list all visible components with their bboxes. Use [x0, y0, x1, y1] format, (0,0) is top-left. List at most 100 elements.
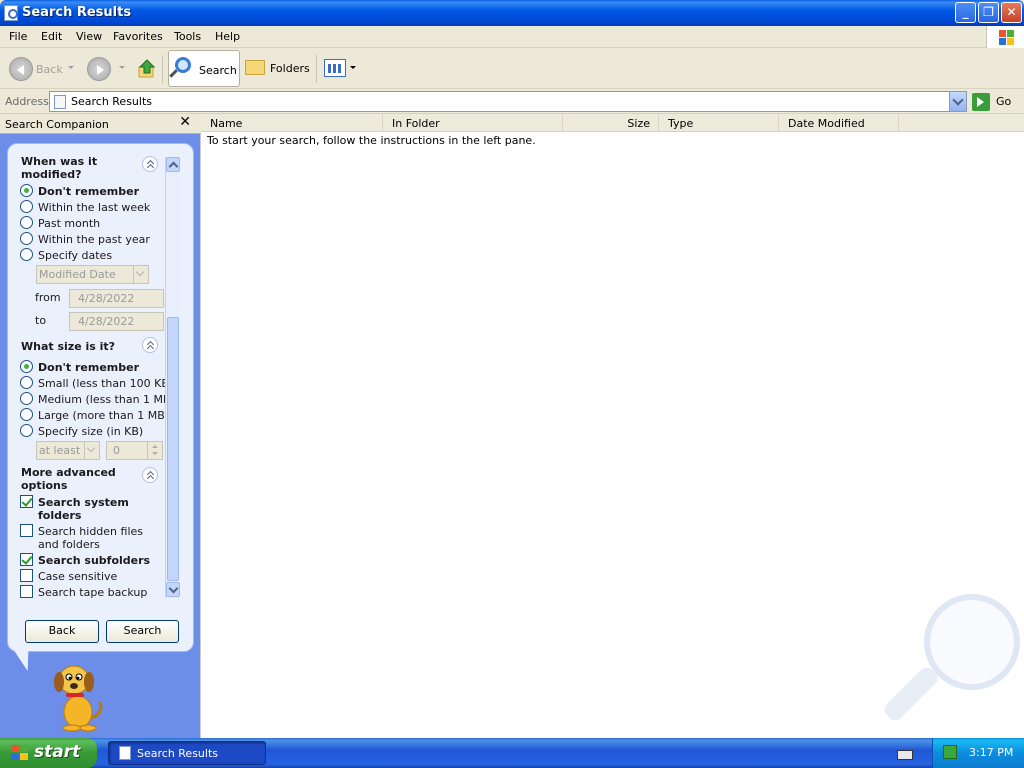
menu-view[interactable]: View [76, 30, 102, 43]
views-dropdown-icon[interactable] [350, 66, 356, 69]
modified-option-last-week-radio[interactable] [20, 200, 33, 213]
size-option-label[interactable]: Specify size (in KB) [38, 425, 143, 438]
go-arrow-icon[interactable] [972, 93, 990, 111]
search-icon [175, 57, 191, 73]
restore-button[interactable]: ❐ [978, 2, 999, 23]
search-hidden-files-checkbox[interactable] [20, 524, 33, 537]
forward-arrow-icon[interactable] [87, 57, 111, 81]
from-date-field[interactable]: 4/28/2022 [69, 289, 164, 308]
size-option-large-radio[interactable] [20, 408, 33, 421]
chevron-down-icon [84, 442, 99, 459]
back-button-label[interactable]: Back [36, 63, 63, 76]
modified-option-specify-dates-radio[interactable] [20, 248, 33, 261]
results-pane: Name In Folder Size Type Date Modified T… [201, 114, 1024, 738]
modified-option-past-month-radio[interactable] [20, 216, 33, 229]
modified-option-label[interactable]: Specify dates [38, 249, 112, 262]
advanced-option-label[interactable]: Search subfolders [38, 554, 150, 567]
advanced-option-label[interactable]: Search hidden files and folders [38, 525, 158, 551]
size-amount-value: 0 [113, 444, 120, 457]
menu-favorites[interactable]: Favorites [113, 30, 163, 43]
advanced-section-title: More advanced options [21, 466, 116, 492]
back-dropdown-icon[interactable] [68, 66, 74, 69]
forward-dropdown-icon[interactable] [119, 66, 125, 69]
network-icon[interactable] [943, 745, 957, 759]
modified-option-past-year-radio[interactable] [20, 232, 33, 245]
column-header-type[interactable]: Type [659, 114, 779, 132]
column-header-size[interactable]: Size [563, 114, 659, 132]
search-dog-icon[interactable] [50, 662, 110, 732]
size-option-specify-radio[interactable] [20, 424, 33, 437]
search-system-folders-checkbox[interactable] [20, 495, 33, 508]
column-header-name[interactable]: Name [201, 114, 383, 132]
close-button[interactable]: ✕ [1001, 2, 1022, 23]
modified-option-label[interactable]: Past month [38, 217, 100, 230]
date-type-value: Modified Date [39, 268, 116, 281]
column-header-date-modified[interactable]: Date Modified [779, 114, 899, 132]
size-option-label[interactable]: Medium (less than 1 MB) [38, 393, 175, 406]
date-type-select[interactable]: Modified Date [36, 265, 149, 284]
close-pane-icon[interactable]: ✕ [179, 114, 191, 130]
back-arrow-icon[interactable] [9, 57, 33, 81]
search-results-icon [54, 95, 66, 109]
search-submit-button[interactable]: Search [106, 620, 179, 643]
start-label: start [34, 742, 81, 762]
advanced-option-label[interactable]: Case sensitive [38, 570, 117, 583]
menu-edit[interactable]: Edit [41, 30, 62, 43]
collapse-modified-icon[interactable] [142, 156, 158, 172]
search-button-label: Search [199, 64, 237, 77]
search-tape-backup-checkbox[interactable] [20, 585, 33, 598]
size-option-label[interactable]: Don't remember [38, 361, 139, 374]
menu-tools[interactable]: Tools [174, 30, 201, 43]
taskbar-item-search-results[interactable]: Search Results [108, 741, 266, 765]
title-bar[interactable]: Search Results _ ❐ ✕ [0, 0, 1024, 26]
modified-option-label[interactable]: Don't remember [38, 185, 139, 198]
case-sensitive-checkbox[interactable] [20, 569, 33, 582]
to-date-field[interactable]: 4/28/2022 [69, 312, 164, 331]
address-label: Address [5, 95, 49, 108]
search-button[interactable]: Search [168, 50, 240, 87]
modified-option-dont-remember-radio[interactable] [20, 184, 33, 197]
collapse-size-icon[interactable] [142, 337, 158, 353]
size-option-medium-radio[interactable] [20, 392, 33, 405]
modified-option-label[interactable]: Within the past year [38, 233, 150, 246]
menu-file[interactable]: File [9, 30, 27, 43]
size-option-label[interactable]: Large (more than 1 MB) [38, 409, 169, 422]
system-tray: 3:17 PM [932, 738, 1024, 768]
windows-flag-icon [11, 745, 29, 761]
menu-help[interactable]: Help [215, 30, 240, 43]
scroll-thumb[interactable] [167, 317, 179, 581]
advanced-option-label[interactable]: Search system folders [38, 496, 138, 522]
folders-button-label[interactable]: Folders [270, 62, 310, 75]
options-scrollbar[interactable] [165, 157, 180, 598]
minimize-button[interactable]: _ [955, 2, 976, 23]
go-button-label[interactable]: Go [996, 95, 1011, 108]
toolbar-separator [162, 55, 163, 83]
size-qualifier-value: at least [39, 444, 81, 457]
folders-icon[interactable] [245, 60, 265, 75]
column-header-in-folder[interactable]: In Folder [383, 114, 563, 132]
collapse-advanced-icon[interactable] [142, 467, 158, 483]
scroll-down-icon[interactable] [166, 582, 180, 597]
address-bar: Address Search Results Go [0, 90, 1024, 114]
keyboard-icon[interactable] [897, 750, 913, 760]
address-dropdown-icon[interactable] [949, 92, 966, 111]
spin-arrows-icon[interactable] [147, 442, 162, 459]
size-qualifier-select[interactable]: at least [36, 441, 100, 460]
start-button[interactable]: start [0, 738, 97, 768]
clock[interactable]: 3:17 PM [969, 746, 1013, 759]
size-option-small-radio[interactable] [20, 376, 33, 389]
search-companion-title: Search Companion [5, 118, 109, 131]
back-button[interactable]: Back [25, 620, 99, 643]
views-icon[interactable] [324, 59, 346, 77]
address-input[interactable]: Search Results [49, 91, 967, 112]
search-instruction-text: To start your search, follow the instruc… [207, 134, 536, 147]
size-amount-stepper[interactable]: 0 [106, 441, 163, 460]
toolbar-separator [316, 55, 317, 83]
search-subfolders-checkbox[interactable] [20, 553, 33, 566]
scroll-up-icon[interactable] [166, 157, 180, 172]
size-option-label[interactable]: Small (less than 100 KB) [38, 377, 173, 390]
size-option-dont-remember-radio[interactable] [20, 360, 33, 373]
advanced-option-label[interactable]: Search tape backup [38, 586, 147, 599]
up-folder-icon[interactable] [137, 59, 157, 79]
modified-option-label[interactable]: Within the last week [38, 201, 150, 214]
